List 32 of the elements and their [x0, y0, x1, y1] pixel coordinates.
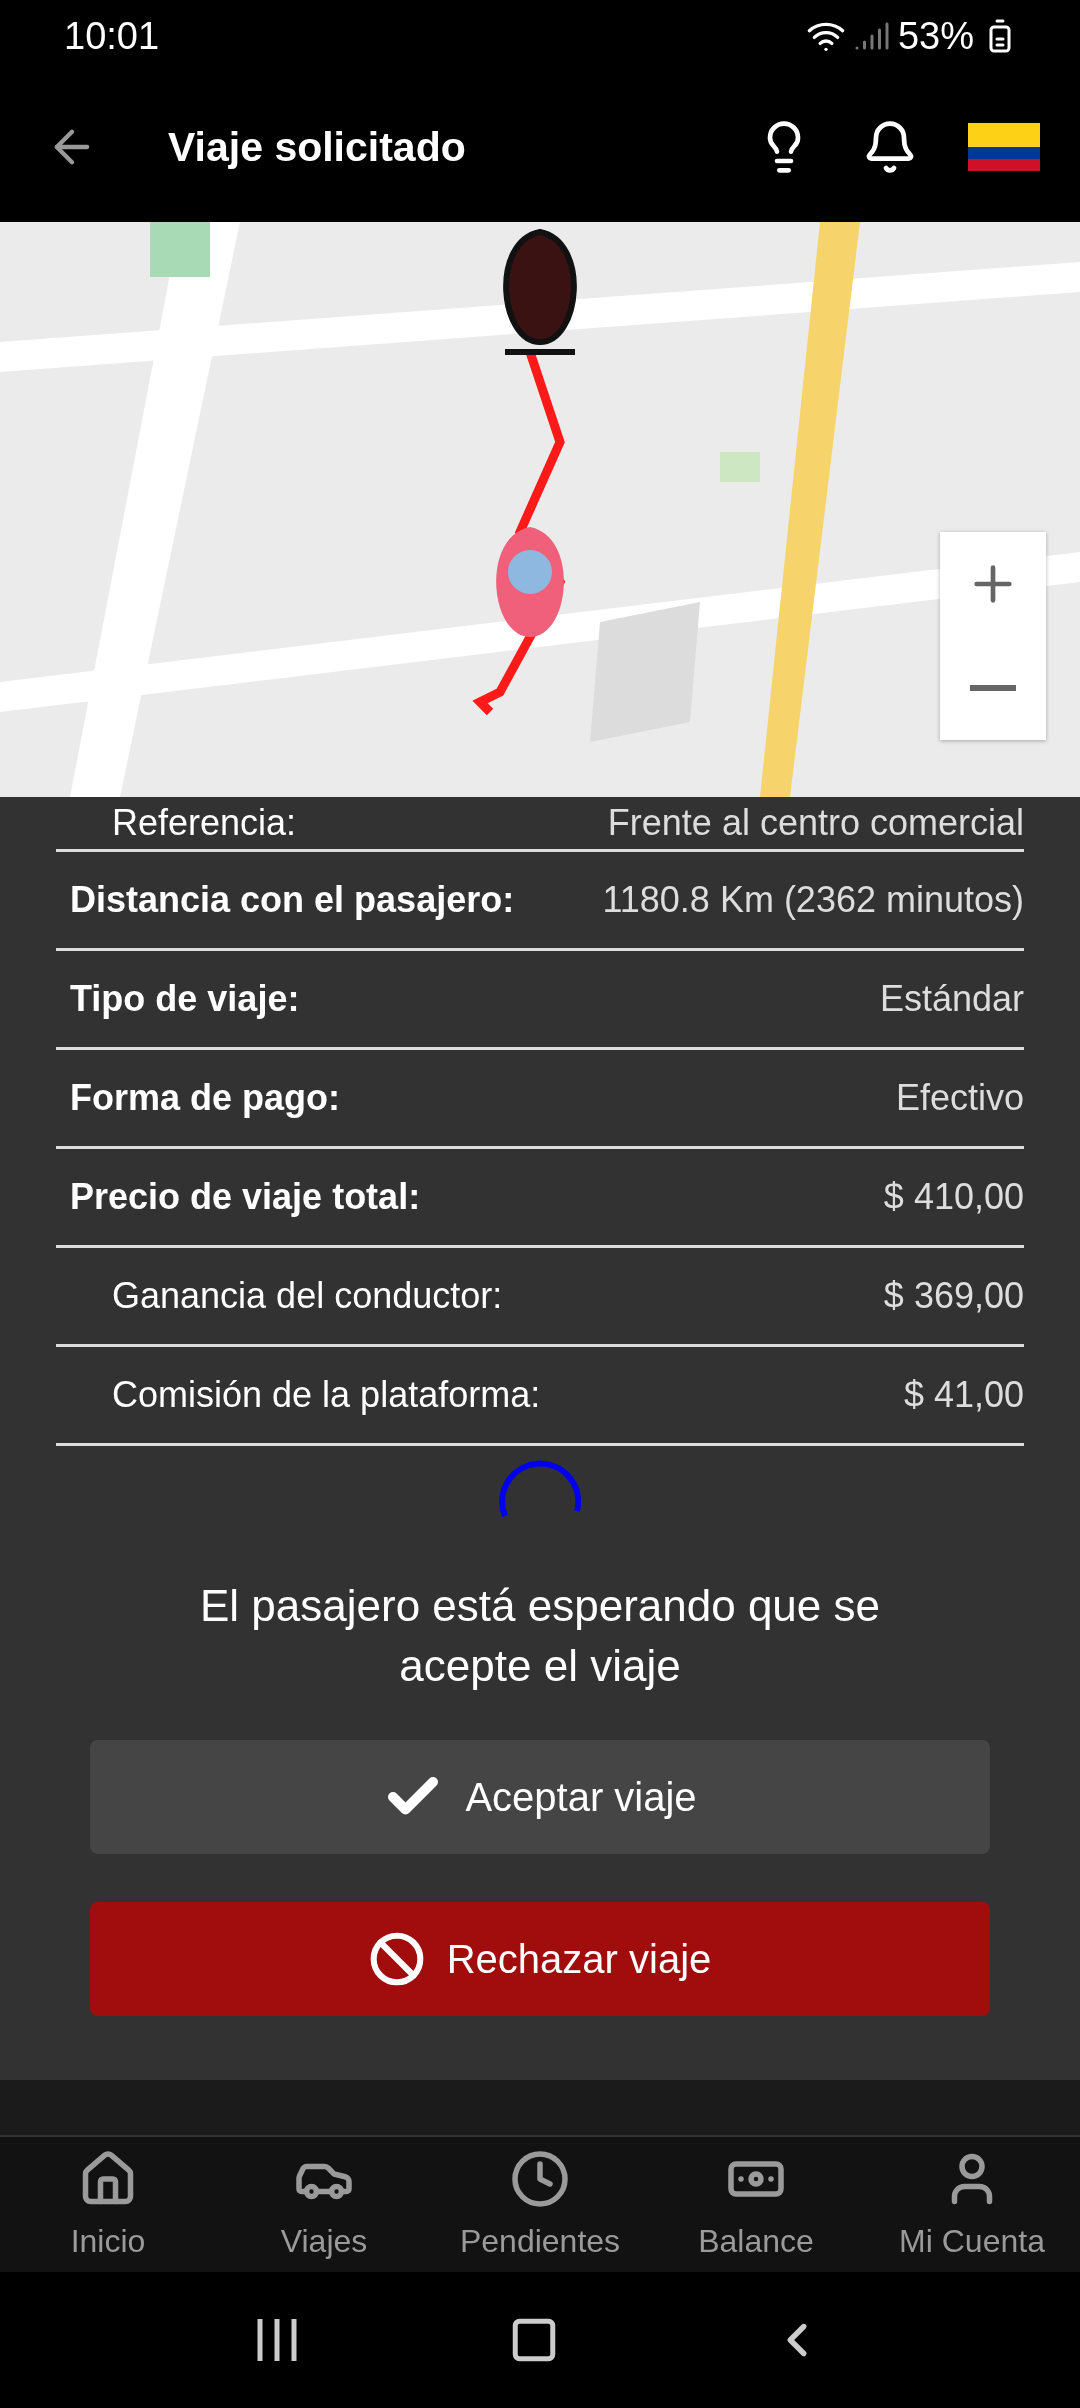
detail-label: Tipo de viaje:: [70, 978, 300, 1020]
detail-label: Distancia con el pasajero:: [70, 879, 515, 921]
detail-value: Efectivo: [895, 1077, 1024, 1119]
nav-item[interactable]: Pendientes: [432, 2137, 648, 2272]
clock-icon: [510, 2149, 570, 2209]
nav-item[interactable]: Balance: [648, 2137, 864, 2272]
battery-percent: 53%: [897, 14, 974, 58]
flag-icon[interactable]: [968, 120, 1040, 174]
status-time: 10:01: [64, 14, 160, 58]
detail-label: Precio de viaje total:: [70, 1176, 421, 1218]
detail-value: $ 369,00: [883, 1275, 1024, 1317]
accept-button[interactable]: Aceptar viaje: [90, 1740, 990, 1854]
detail-label: Forma de pago:: [70, 1077, 341, 1119]
detail-value: $ 410,00: [883, 1176, 1024, 1218]
detail-label: Ganancia del conductor:: [112, 1275, 503, 1317]
detail-value: Frente al centro comercial: [607, 802, 1024, 844]
reject-button[interactable]: Rechazar viaje: [90, 1902, 990, 2016]
nav-item[interactable]: Viajes: [216, 2137, 432, 2272]
recent-apps-icon[interactable]: [255, 2317, 298, 2363]
minus-icon: [970, 685, 1016, 691]
detail-label: Referencia:: [112, 802, 297, 844]
screen-title: Viaje solicitado: [168, 123, 467, 171]
nav-item[interactable]: Inicio: [0, 2137, 216, 2272]
detail-value: $ 41,00: [903, 1374, 1024, 1416]
zoom-out-button[interactable]: [940, 636, 1046, 740]
nav-item[interactable]: Mi Cuenta: [864, 2137, 1080, 2272]
ban-icon: [368, 1931, 425, 1987]
waiting-message: El pasajero está esperando que se acepte el viaje: [199, 1580, 881, 1692]
detail-value: 1180.8 Km (2362 minutos): [602, 879, 1024, 921]
detail-value: Estándar: [879, 978, 1024, 1020]
detail-label: Comisión de la plataforma:: [112, 1374, 541, 1416]
zoom-in-button[interactable]: [940, 532, 1046, 636]
